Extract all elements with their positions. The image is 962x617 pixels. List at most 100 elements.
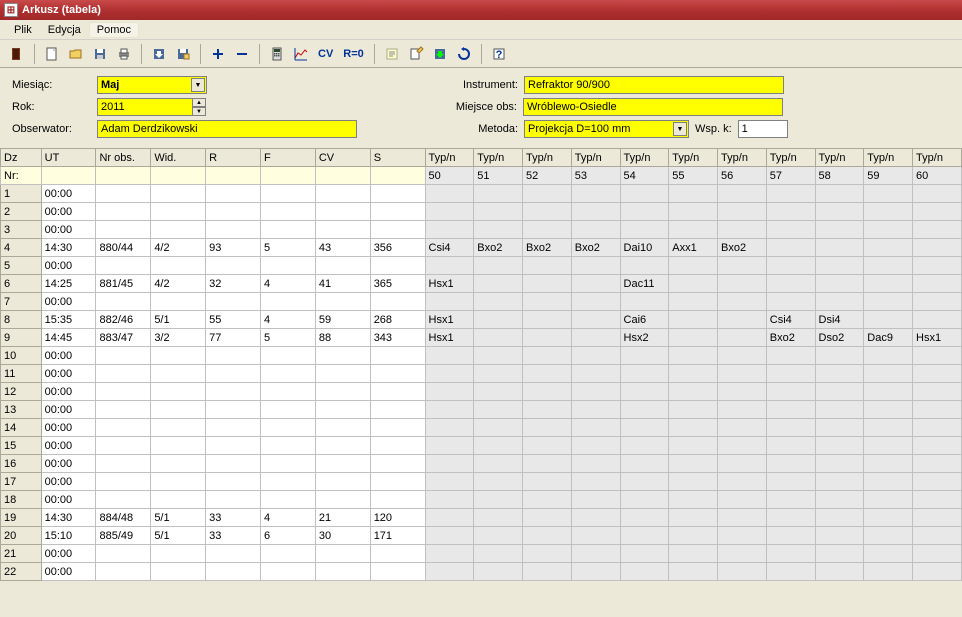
data-cell[interactable]: [571, 203, 620, 221]
data-cell[interactable]: 14:25: [41, 275, 96, 293]
data-cell[interactable]: [913, 419, 962, 437]
data-cell[interactable]: [261, 347, 316, 365]
data-cell[interactable]: 14:30: [41, 239, 96, 257]
data-cell[interactable]: [864, 437, 913, 455]
data-cell[interactable]: [571, 293, 620, 311]
data-cell[interactable]: [815, 455, 864, 473]
data-cell[interactable]: 00:00: [41, 401, 96, 419]
data-cell[interactable]: [669, 221, 718, 239]
field-miejsce[interactable]: Wróblewo-Osiedle: [523, 98, 783, 116]
data-cell[interactable]: 00:00: [41, 365, 96, 383]
subheader-cell[interactable]: 55: [669, 167, 718, 185]
data-cell[interactable]: [864, 365, 913, 383]
row-number[interactable]: 6: [1, 275, 42, 293]
data-cell[interactable]: [474, 311, 523, 329]
data-cell[interactable]: [913, 257, 962, 275]
data-cell[interactable]: [669, 455, 718, 473]
data-cell[interactable]: [523, 527, 572, 545]
data-cell[interactable]: [206, 437, 261, 455]
data-cell[interactable]: [864, 473, 913, 491]
data-cell[interactable]: [913, 545, 962, 563]
note-icon[interactable]: [381, 43, 403, 65]
data-cell[interactable]: [766, 203, 815, 221]
data-cell[interactable]: [151, 563, 206, 581]
data-cell[interactable]: [425, 203, 474, 221]
data-cell[interactable]: 6: [261, 527, 316, 545]
data-cell[interactable]: [315, 293, 370, 311]
data-cell[interactable]: [864, 239, 913, 257]
data-cell[interactable]: [370, 455, 425, 473]
data-cell[interactable]: [206, 347, 261, 365]
data-cell[interactable]: [206, 419, 261, 437]
data-cell[interactable]: [571, 455, 620, 473]
data-cell[interactable]: 171: [370, 527, 425, 545]
data-cell[interactable]: [571, 401, 620, 419]
row-number[interactable]: 21: [1, 545, 42, 563]
data-cell[interactable]: 882/46: [96, 311, 151, 329]
help-icon[interactable]: ?: [488, 43, 510, 65]
data-cell[interactable]: [864, 419, 913, 437]
data-cell[interactable]: [620, 473, 669, 491]
data-cell[interactable]: [370, 293, 425, 311]
column-header[interactable]: Typ/n: [523, 149, 572, 167]
data-cell[interactable]: Hsx1: [425, 329, 474, 347]
data-cell[interactable]: [315, 401, 370, 419]
data-cell[interactable]: [261, 185, 316, 203]
column-header[interactable]: Typ/n: [766, 149, 815, 167]
data-cell[interactable]: [913, 203, 962, 221]
data-cell[interactable]: Axx1: [669, 239, 718, 257]
subheader-cell[interactable]: [315, 167, 370, 185]
data-cell[interactable]: [620, 401, 669, 419]
data-cell[interactable]: [718, 347, 767, 365]
data-cell[interactable]: 77: [206, 329, 261, 347]
data-cell[interactable]: [151, 437, 206, 455]
data-cell[interactable]: [718, 563, 767, 581]
data-cell[interactable]: [474, 275, 523, 293]
data-cell[interactable]: [315, 491, 370, 509]
data-cell[interactable]: [151, 185, 206, 203]
data-cell[interactable]: [766, 545, 815, 563]
data-cell[interactable]: [261, 383, 316, 401]
data-cell[interactable]: 5: [261, 239, 316, 257]
data-cell[interactable]: [151, 293, 206, 311]
data-cell[interactable]: [766, 473, 815, 491]
data-cell[interactable]: [261, 419, 316, 437]
data-cell[interactable]: [815, 545, 864, 563]
data-cell[interactable]: [766, 257, 815, 275]
data-cell[interactable]: 93: [206, 239, 261, 257]
data-cell[interactable]: [261, 365, 316, 383]
data-cell[interactable]: [815, 401, 864, 419]
data-cell[interactable]: 884/48: [96, 509, 151, 527]
column-header[interactable]: Typ/n: [571, 149, 620, 167]
subheader-cell[interactable]: 60: [913, 167, 962, 185]
field-instrument[interactable]: Refraktor 90/900: [524, 76, 784, 94]
data-cell[interactable]: [523, 383, 572, 401]
column-header[interactable]: Typ/n: [913, 149, 962, 167]
column-header[interactable]: Typ/n: [815, 149, 864, 167]
data-cell[interactable]: [766, 437, 815, 455]
data-cell[interactable]: [523, 563, 572, 581]
data-cell[interactable]: [315, 365, 370, 383]
data-cell[interactable]: [864, 185, 913, 203]
data-cell[interactable]: [474, 221, 523, 239]
data-cell[interactable]: [766, 185, 815, 203]
data-cell[interactable]: [523, 491, 572, 509]
door-icon[interactable]: [6, 43, 28, 65]
data-cell[interactable]: [261, 545, 316, 563]
subheader-cell[interactable]: 54: [620, 167, 669, 185]
data-cell[interactable]: 00:00: [41, 185, 96, 203]
data-cell[interactable]: [474, 383, 523, 401]
data-cell[interactable]: 883/47: [96, 329, 151, 347]
data-cell[interactable]: [571, 419, 620, 437]
data-cell[interactable]: [96, 401, 151, 419]
data-cell[interactable]: [206, 293, 261, 311]
data-cell[interactable]: [261, 257, 316, 275]
data-cell[interactable]: [96, 365, 151, 383]
field-wspk[interactable]: [738, 120, 788, 138]
data-cell[interactable]: [669, 203, 718, 221]
row-number[interactable]: 4: [1, 239, 42, 257]
row-number[interactable]: 2: [1, 203, 42, 221]
data-cell[interactable]: [718, 509, 767, 527]
data-cell[interactable]: [206, 257, 261, 275]
data-cell[interactable]: [620, 527, 669, 545]
